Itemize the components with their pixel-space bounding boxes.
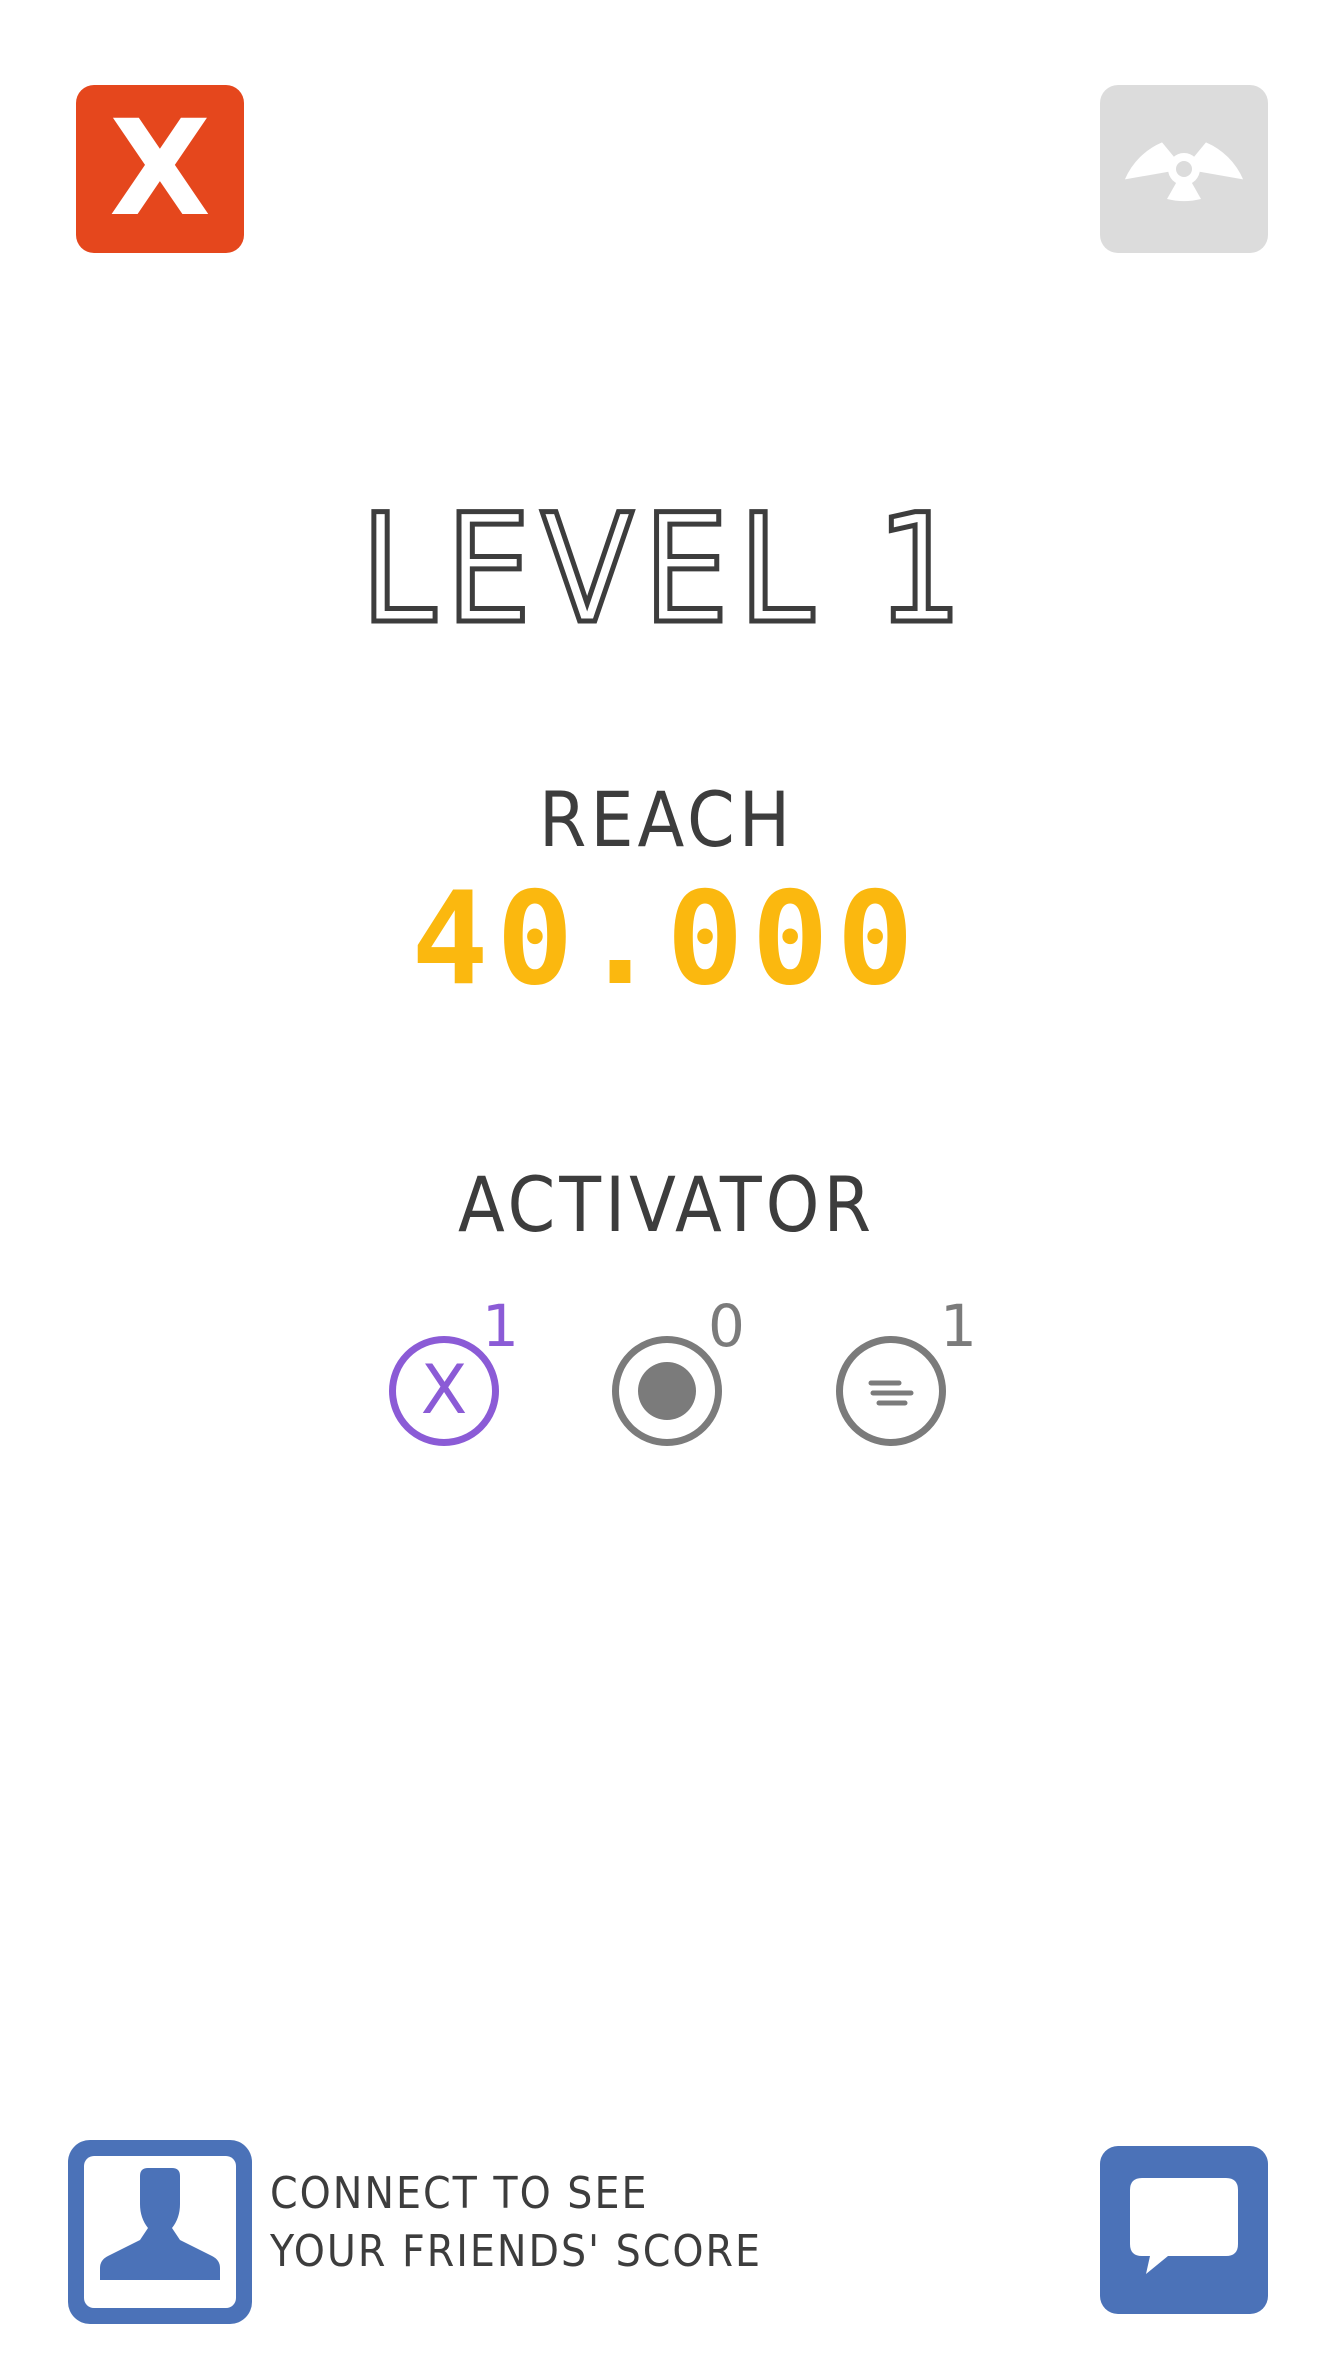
x-circle-icon: X bbox=[420, 1351, 468, 1430]
profile-icon bbox=[100, 2168, 220, 2280]
activator-label: ACTIVATOR bbox=[458, 1160, 875, 1249]
activator-lines-button[interactable] bbox=[836, 1336, 946, 1446]
close-icon: X bbox=[109, 92, 211, 246]
radiation-button[interactable] bbox=[1100, 85, 1268, 253]
lines-circle-icon bbox=[868, 1380, 914, 1406]
connect-text-line2: YOUR FRIENDS' SCORE bbox=[270, 2226, 763, 2277]
reach-label: REACH bbox=[538, 775, 795, 864]
close-button[interactable]: X bbox=[76, 85, 244, 253]
activator-lines-count: 1 bbox=[940, 1292, 977, 1360]
level-title: LEVEL 1 bbox=[358, 483, 973, 658]
connect-profile-button[interactable] bbox=[68, 2140, 252, 2324]
dot-circle-icon bbox=[638, 1362, 696, 1420]
activator-x-count: 1 bbox=[482, 1292, 519, 1360]
chat-icon bbox=[1130, 2178, 1238, 2274]
activator-dot-count: 0 bbox=[708, 1292, 745, 1360]
connect-text-line1: CONNECT TO SEE bbox=[270, 2168, 649, 2219]
profile-frame bbox=[84, 2156, 236, 2308]
activator-dot-button[interactable] bbox=[612, 1336, 722, 1446]
reach-target-score: 40.000 bbox=[411, 865, 922, 1014]
radiation-icon bbox=[1124, 142, 1244, 202]
chat-button[interactable] bbox=[1100, 2146, 1268, 2314]
